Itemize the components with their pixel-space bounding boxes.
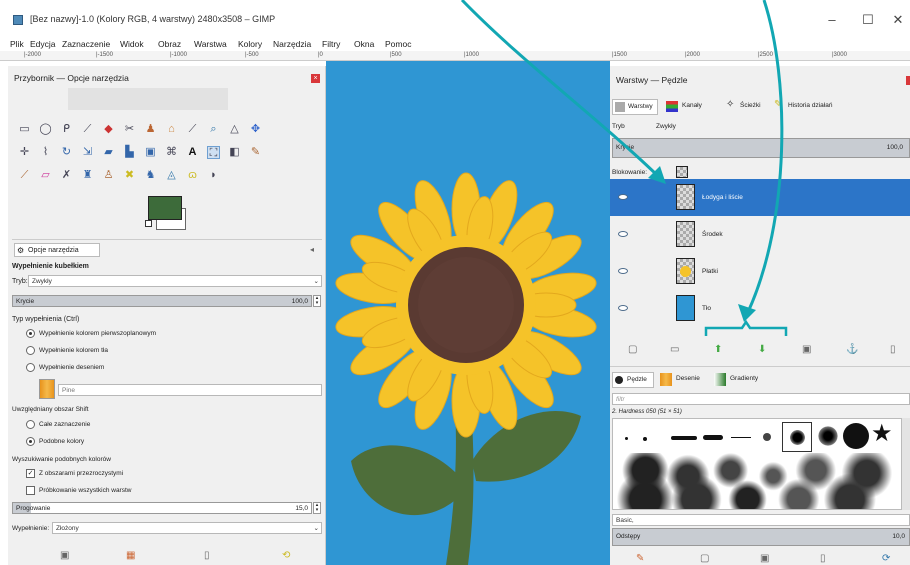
bracket (704, 319, 788, 336)
arrow-to-buttons (746, 0, 784, 313)
callout-arrows (460, 0, 788, 336)
arrow-to-layer (460, 0, 660, 178)
arrowhead (738, 304, 756, 322)
